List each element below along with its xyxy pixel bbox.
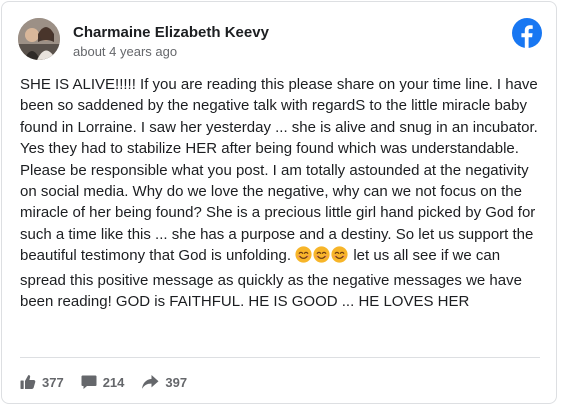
comment-icon [81,375,97,389]
share-button[interactable]: 397 [141,374,187,390]
comment-button[interactable]: 214 [81,374,125,390]
post-text: SHE IS ALIVE!!!!! If you are reading thi… [20,74,544,312]
facebook-logo-icon[interactable] [512,18,542,48]
facebook-post-card: Charmaine Elizabeth Keevy about 4 years … [1,1,557,404]
author-name[interactable]: Charmaine Elizabeth Keevy [73,24,269,41]
smiling-face-emoji-icon [331,246,348,263]
engagement-bar: 377 214 397 [20,371,204,393]
like-button[interactable]: 377 [20,374,64,390]
card-divider [20,357,540,358]
share-arrow-icon [142,375,159,389]
profile-photo-avatar [18,18,60,60]
post-timestamp[interactable]: about 4 years ago [73,44,177,59]
share-count: 397 [165,374,188,390]
thumbs-up-icon [20,375,36,389]
smiling-face-emoji-icon [313,246,330,263]
post-text-main: SHE IS ALIVE!!!!! If you are reading thi… [20,76,538,265]
author-avatar[interactable] [18,18,60,60]
comment-count: 214 [102,374,125,390]
smiley-emoji-group: 😊😊😊 [295,246,349,269]
like-count: 377 [42,374,64,390]
smiling-face-emoji-icon [295,246,312,263]
